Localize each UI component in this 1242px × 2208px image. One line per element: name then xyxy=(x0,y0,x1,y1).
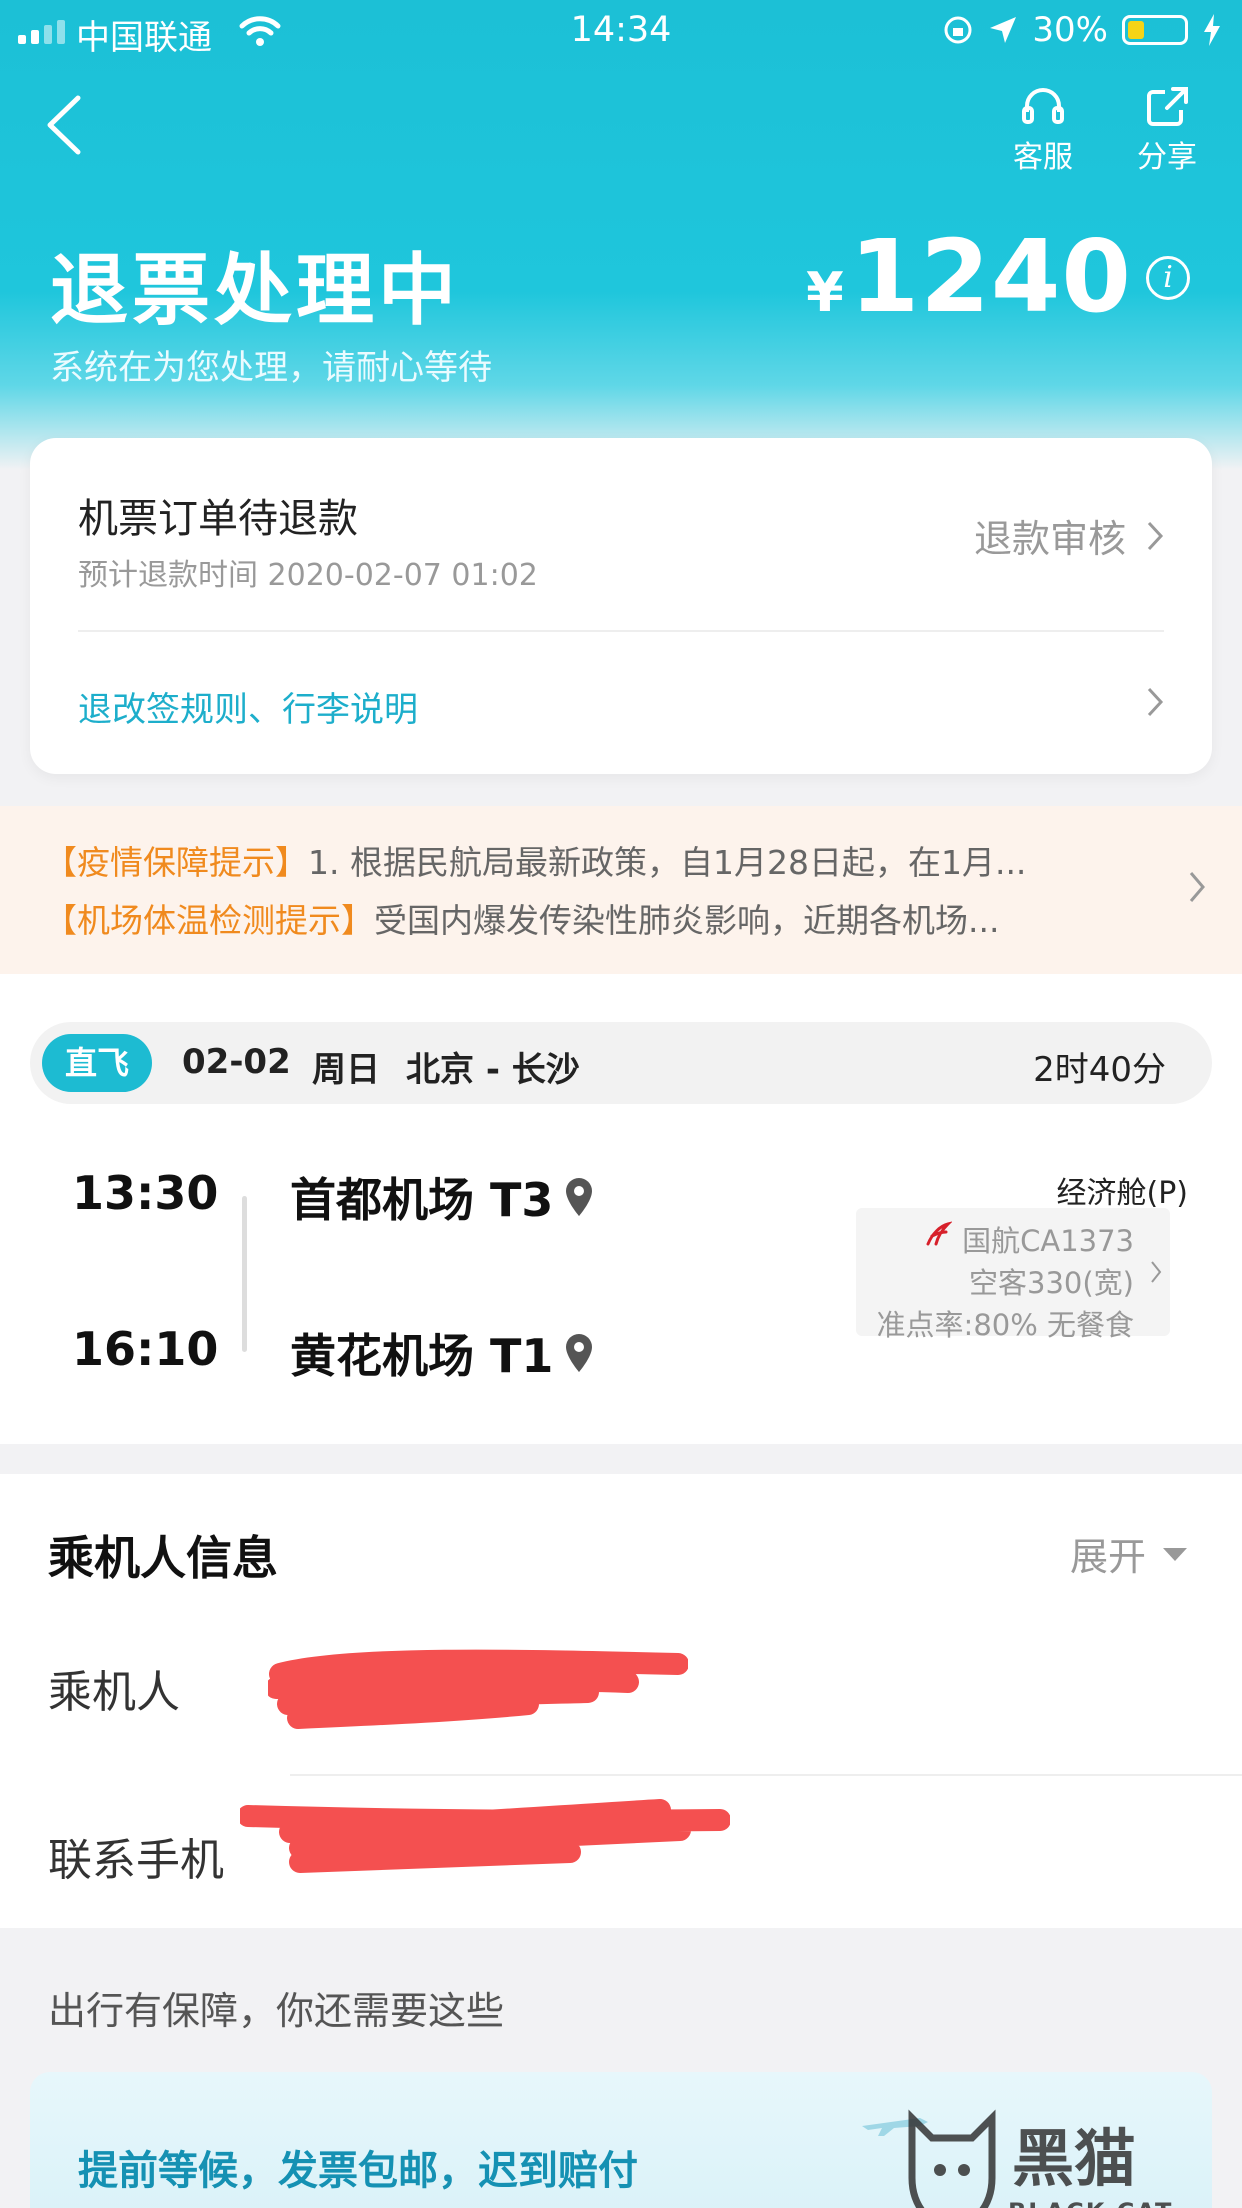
passenger-section: 乘机人信息 展开 乘机人 联系手机 xyxy=(0,1474,1242,1928)
caret-down-icon xyxy=(1163,1547,1187,1561)
arrival-airport[interactable]: 黄花机场 T1 xyxy=(290,1320,595,1386)
watermark-en: BLACK CAT xyxy=(1008,2198,1173,2208)
status-bar: 中国联通 14:34 30% xyxy=(0,0,1242,62)
arrival-time: 16:10 xyxy=(72,1322,219,1376)
punctuality-meal: 准点率:80% 无餐食 xyxy=(876,1308,1134,1342)
notice-tag: 【疫情保障提示】 xyxy=(44,843,308,882)
direct-flight-badge: 直飞 xyxy=(42,1034,152,1092)
share-button[interactable]: 分享 xyxy=(1122,84,1212,176)
airline-flight-number: 国航CA1373 xyxy=(962,1224,1134,1258)
flight-duration: 2时40分 xyxy=(1033,1050,1166,1090)
page-title: 退票处理中 xyxy=(50,246,461,336)
timeline-line xyxy=(242,1196,247,1352)
amount-value: 1240 xyxy=(849,218,1132,335)
refund-stage-link[interactable]: 退款审核 xyxy=(974,508,1164,563)
info-icon[interactable]: i xyxy=(1146,256,1190,300)
arrival-airport-name: 黄花机场 T1 xyxy=(290,1329,554,1383)
notice-item: 【机场体温检测提示】受国内爆发传染性肺炎影响，近期各机场... xyxy=(44,894,1124,942)
departure-airport[interactable]: 首都机场 T3 xyxy=(290,1164,595,1230)
refund-amount: ¥ 1240 xyxy=(806,218,1132,335)
redaction-scribble xyxy=(240,1799,730,1873)
back-button[interactable] xyxy=(40,90,90,160)
charging-bolt-icon xyxy=(1204,14,1220,46)
aircraft-type: 空客330(宽) xyxy=(969,1266,1134,1300)
passenger-section-title: 乘机人信息 xyxy=(48,1531,278,1585)
notice-item: 【疫情保障提示】1. 根据民航局最新政策，自1月28日起，在1月... xyxy=(44,836,1124,884)
location-pin-icon xyxy=(566,1178,593,1216)
flight-detail-box[interactable]: 国航CA1373 空客330(宽) 准点率:80% 无餐食 xyxy=(856,1208,1170,1342)
flight-route: 北京 - 长沙 xyxy=(406,1050,580,1090)
headset-icon xyxy=(1022,88,1064,124)
customer-service-button[interactable]: 客服 xyxy=(998,84,1088,176)
battery-icon xyxy=(1122,15,1188,45)
flight-section: 直飞 02-02 周日 北京 - 长沙 2时40分 13:30 16:10 首都… xyxy=(0,974,1242,1444)
departure-time: 13:30 xyxy=(72,1166,219,1220)
flight-summary-bar: 直飞 02-02 周日 北京 - 长沙 2时40分 xyxy=(30,1022,1212,1104)
notice-banner[interactable]: 【疫情保障提示】1. 根据民航局最新政策，自1月28日起，在1月... 【机场体… xyxy=(0,806,1242,974)
orientation-lock-icon xyxy=(944,16,972,44)
page-subtitle: 系统在为您处理，请耐心等待 xyxy=(50,348,492,388)
chevron-right-icon xyxy=(1147,687,1164,717)
refund-stage-label: 退款审核 xyxy=(973,517,1126,561)
flight-date: 02-02 xyxy=(182,1042,291,1082)
promo-card-text: 提前等候，发票包邮，迟到赔付 xyxy=(78,2148,638,2194)
refund-estimate-time: 预计退款时间 2020-02-07 01:02 xyxy=(78,558,538,593)
battery-percent: 30% xyxy=(1032,10,1108,50)
expand-toggle[interactable]: 展开 xyxy=(1070,1526,1188,1581)
air-china-logo-icon xyxy=(926,1221,952,1246)
chevron-right-icon xyxy=(1151,1261,1162,1283)
phone-label: 联系手机 xyxy=(48,1835,224,1886)
divider xyxy=(78,630,1164,632)
customer-service-label: 客服 xyxy=(1013,140,1073,175)
cabin-class: 经济舱(P) xyxy=(1056,1176,1189,1211)
currency-symbol: ¥ xyxy=(806,261,844,324)
location-pin-icon xyxy=(566,1334,593,1372)
share-icon xyxy=(1147,87,1188,126)
watermark-cn: 黑猫 xyxy=(1012,2122,1137,2195)
divider xyxy=(290,1774,1242,1776)
notice-text: 受国内爆发传染性肺炎影响，近期各机场... xyxy=(374,901,1000,940)
expand-label: 展开 xyxy=(1069,1535,1146,1579)
black-cat-logo-icon xyxy=(908,2109,996,2208)
chevron-right-icon xyxy=(1147,521,1164,550)
passenger-label: 乘机人 xyxy=(48,1667,180,1718)
flight-weekday: 周日 xyxy=(312,1050,380,1090)
rules-baggage-link[interactable]: 退改签规则、行李说明 xyxy=(78,682,418,731)
notice-text: 1. 根据民航局最新政策，自1月28日起，在1月... xyxy=(308,843,1027,882)
promo-card[interactable]: 提前等候，发票包邮，迟到赔付 黑猫 BLACK CAT xyxy=(30,2072,1212,2208)
notice-tag: 【机场体温检测提示】 xyxy=(44,901,374,940)
redaction-scribble xyxy=(268,1649,688,1729)
watermark: 黑猫 BLACK CAT xyxy=(902,2102,1192,2208)
refund-status-card: 机票订单待退款 预计退款时间 2020-02-07 01:02 退款审核 退改签… xyxy=(30,438,1212,774)
departure-airport-name: 首都机场 T3 xyxy=(290,1173,554,1227)
location-arrow-icon xyxy=(990,17,1017,43)
promo-heading: 出行有保障，你还需要这些 xyxy=(48,1989,505,2033)
refund-card-title: 机票订单待退款 xyxy=(78,496,358,542)
chevron-right-icon xyxy=(1189,872,1205,902)
share-label: 分享 xyxy=(1137,140,1197,175)
